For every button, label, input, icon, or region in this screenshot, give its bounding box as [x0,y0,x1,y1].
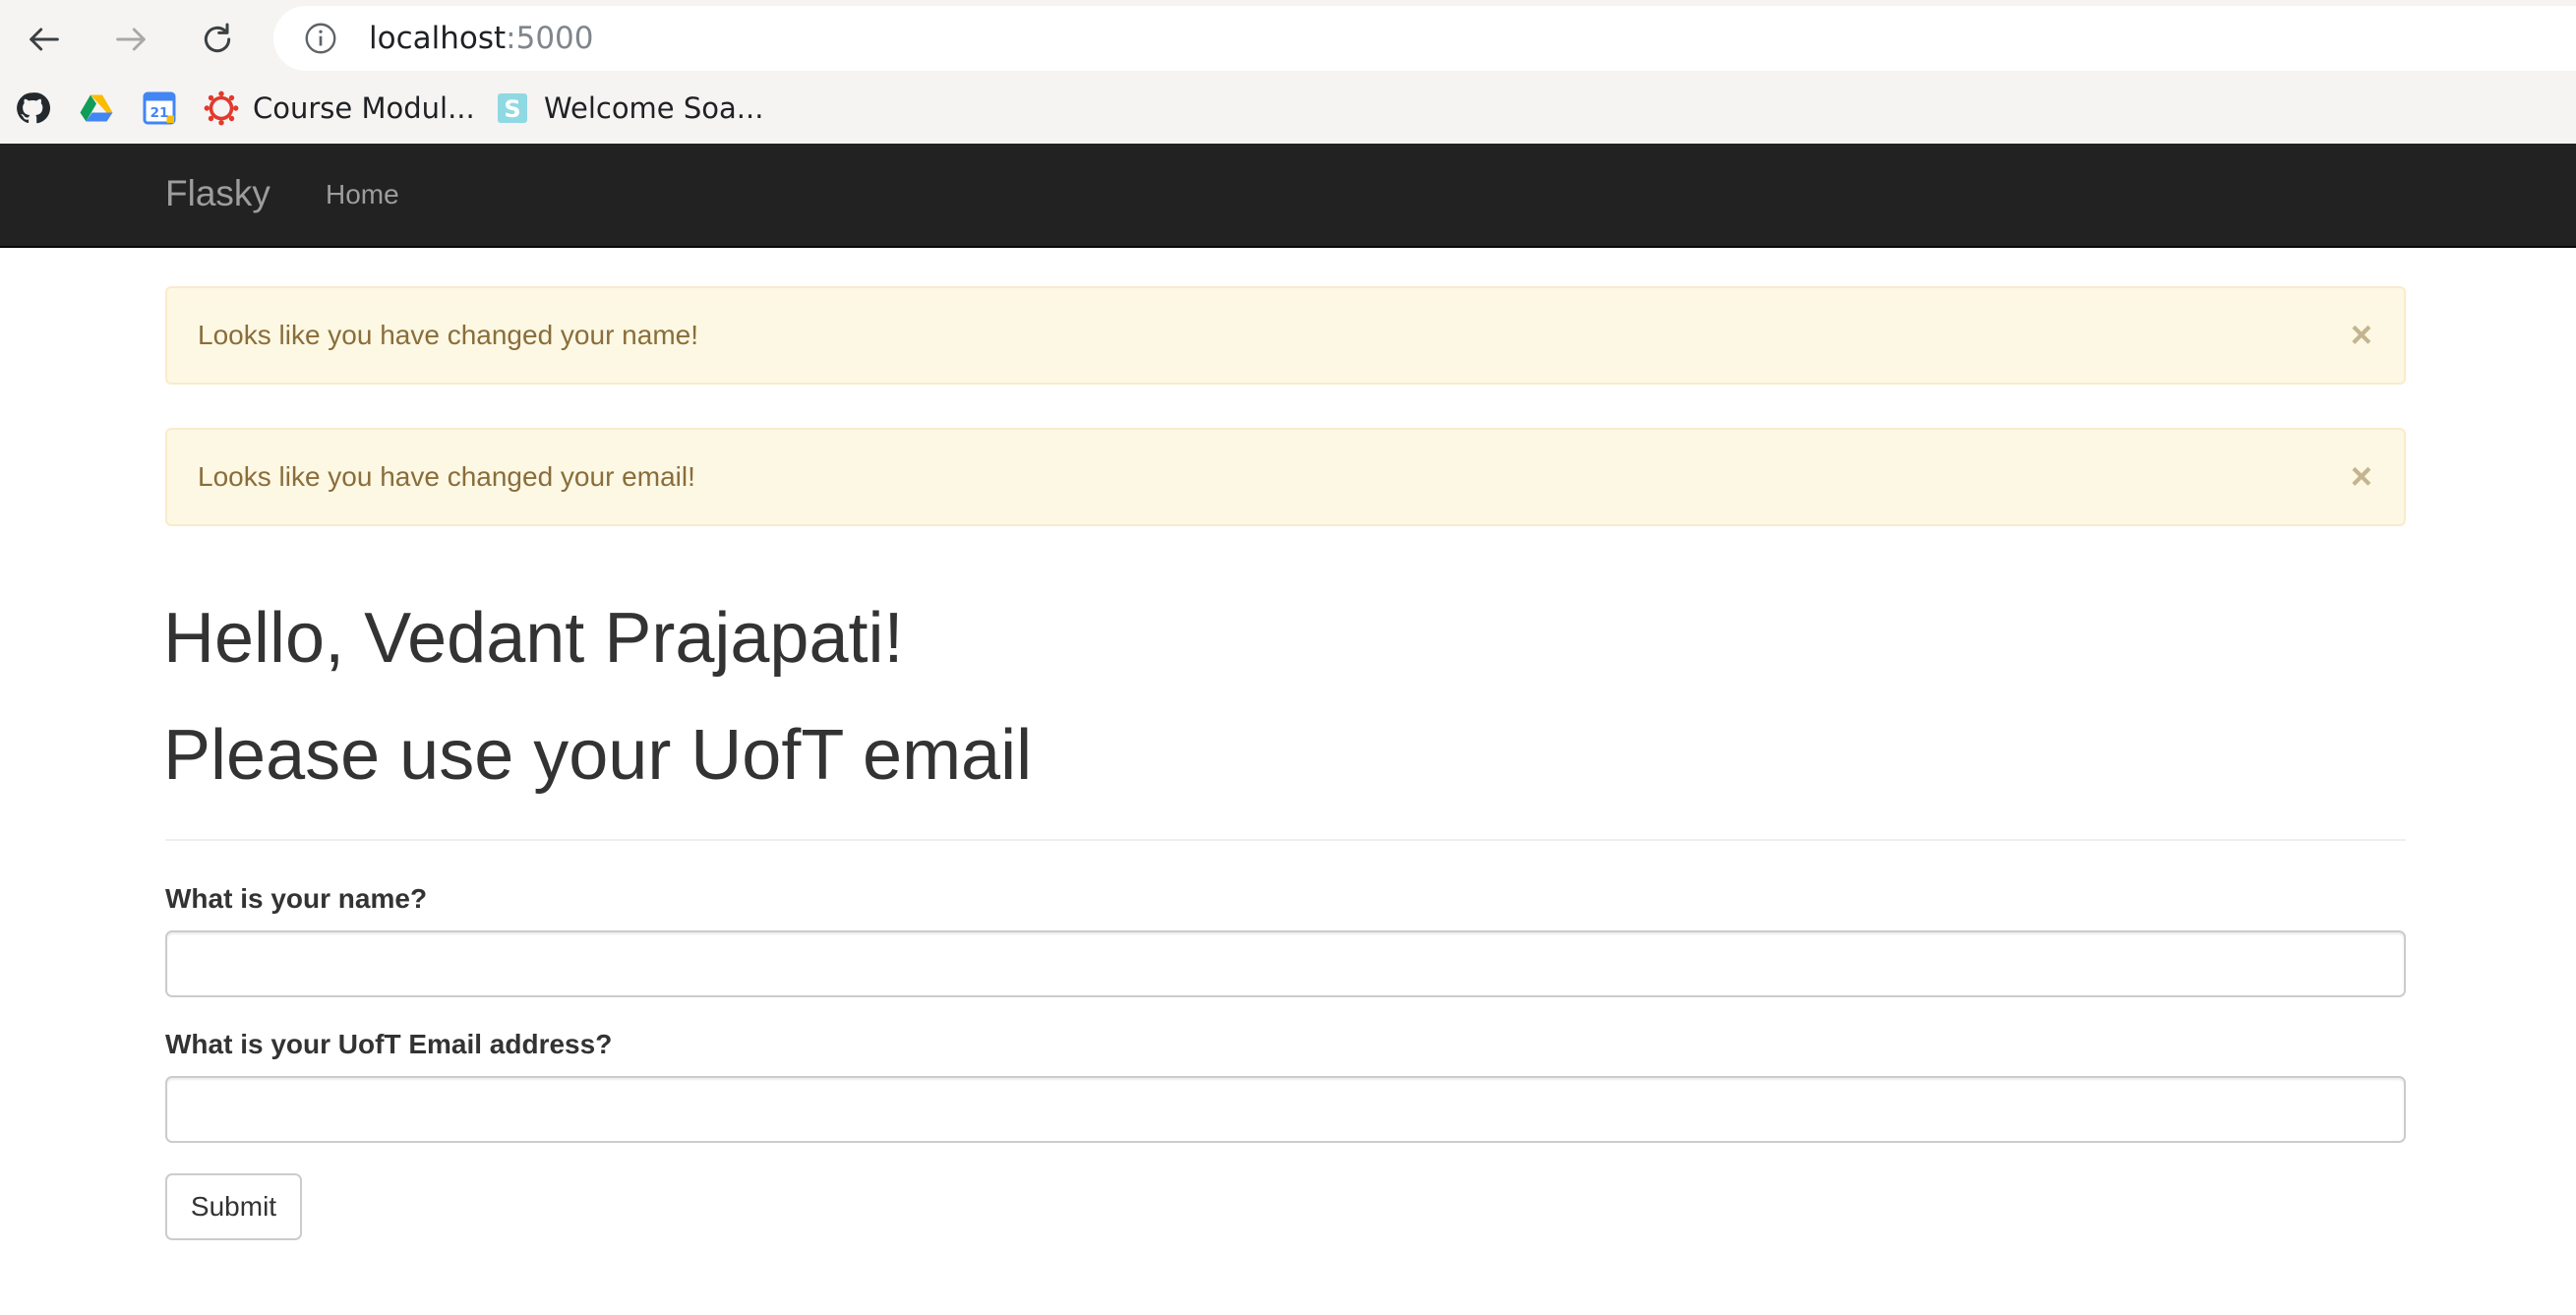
calendar-date: 21 [150,105,169,121]
email-input[interactable] [165,1076,2406,1143]
address-bar[interactable]: localhost:5000 [273,6,2576,71]
submit-button[interactable]: Submit [165,1173,302,1240]
navbar-brand[interactable]: Flasky [165,169,270,218]
soap-s-icon: S [498,93,527,123]
url-host: localhost [369,21,507,56]
url-port: :5000 [506,21,594,56]
flash-alert-name: Looks like you have changed your name! × [165,286,2406,385]
google-drive-icon [80,94,113,122]
bookmark-google-drive[interactable] [79,89,128,128]
bookmark-label: Course Modul... [253,91,475,125]
soap-letter: S [504,95,520,123]
browser-chrome: localhost:5000 21 Course Modul... S Welc… [0,0,2576,144]
back-button[interactable] [17,12,72,67]
arrow-left-icon [30,28,59,51]
alert-message: Looks like you have changed your email! [198,461,695,492]
alert-close-button[interactable]: × [2351,314,2372,357]
bookmark-welcome-soap[interactable]: S Welcome Soa... [495,89,763,128]
url-text[interactable]: localhost:5000 [369,19,594,58]
bookmark-google-calendar[interactable]: 21 [142,89,191,128]
reload-button[interactable] [190,12,245,67]
github-icon [17,92,50,124]
greeting-heading: Hello, Vedant Prajapati! [163,599,904,678]
reload-icon [204,23,231,53]
alert-message: Looks like you have changed your name! [198,320,698,350]
info-icon[interactable] [303,21,338,56]
arrow-right-icon [116,28,146,51]
page-subheading: Please use your UofT email [163,716,1033,795]
divider [165,839,2406,841]
top-navbar: Flasky Home [0,144,2576,248]
nav-link-home[interactable]: Home [326,175,399,214]
flash-alert-email: Looks like you have changed your email! … [165,428,2406,526]
bookmark-course-modules[interactable]: Course Modul... [204,89,475,128]
google-calendar-icon: 21 [143,91,176,125]
alert-close-button[interactable]: × [2351,455,2372,499]
bookmark-label: Welcome Soa... [544,91,764,125]
bookmarks-bar: 21 Course Modul... S Welcome Soa... [0,79,2576,140]
canvas-icon [204,90,239,126]
name-field-label: What is your name? [165,883,428,914]
email-field-label: What is your UofT Email address? [165,1029,613,1059]
bookmark-github[interactable] [15,89,64,128]
name-input[interactable] [165,930,2406,997]
forward-button[interactable] [103,12,158,67]
